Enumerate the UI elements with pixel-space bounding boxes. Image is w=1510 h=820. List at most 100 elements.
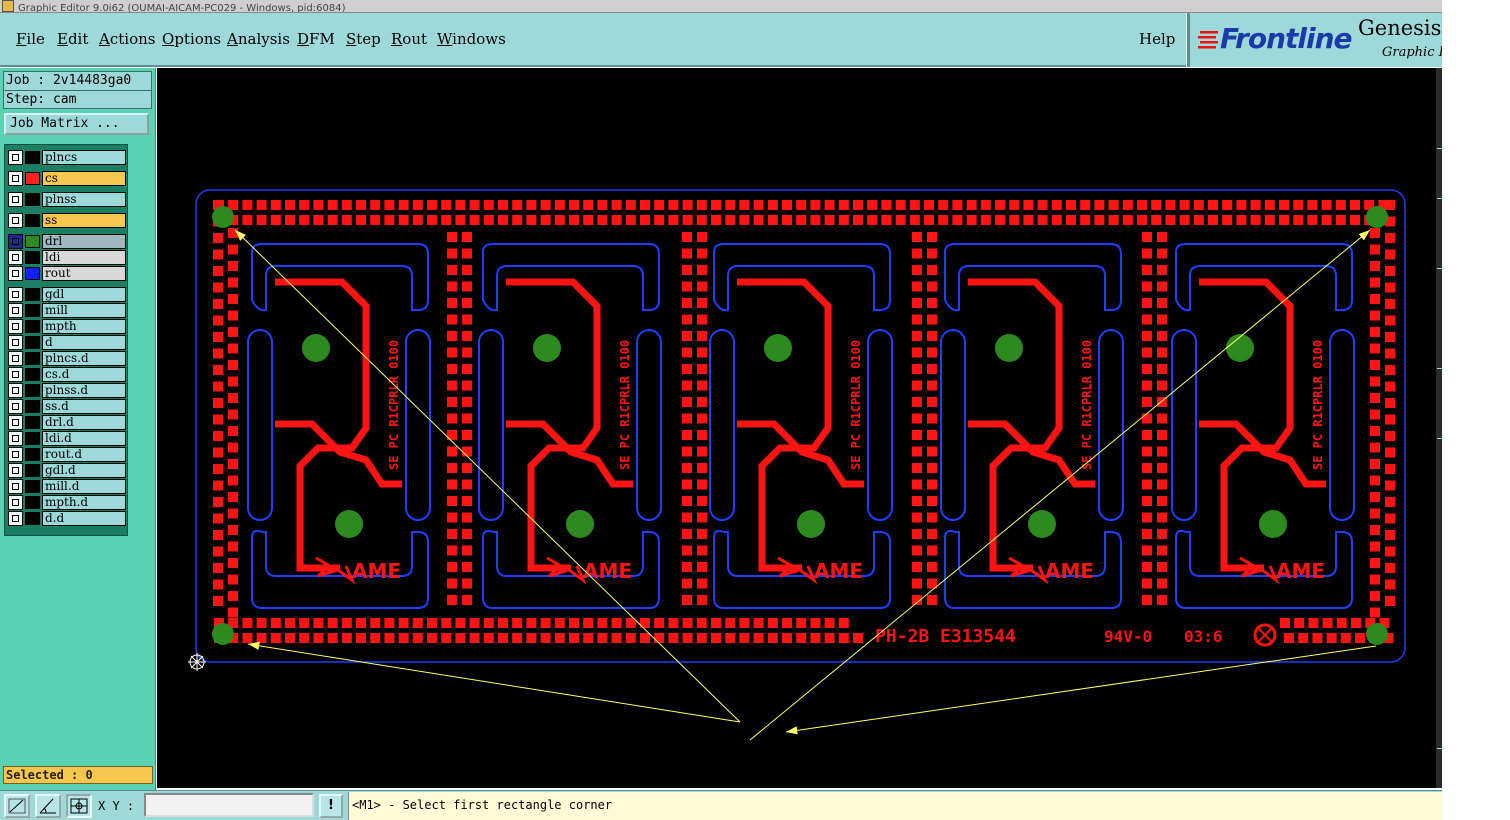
layer-color-swatch[interactable] (25, 235, 40, 248)
layer-color-swatch[interactable] (25, 416, 40, 429)
pcb-board[interactable]: SE PC R1CPRLR 0100 AME SE PC R1CPRLR 0100 A… (157, 68, 1436, 788)
layer-row-plncs-d[interactable]: plncs.d (8, 351, 127, 366)
menu-item-edit[interactable]: Edit (57, 30, 88, 48)
menu-item-actions[interactable]: Actions (99, 30, 155, 48)
layer-name[interactable]: plncs.d (42, 351, 126, 366)
layer-row-ldi[interactable]: ldi (8, 250, 127, 265)
layer-checkbox[interactable] (8, 495, 23, 510)
menu-help[interactable]: Help (1139, 30, 1175, 48)
layer-row-d[interactable]: d (8, 335, 127, 350)
menu-item-windows[interactable]: Windows (437, 30, 506, 48)
layer-row-mill-d[interactable]: mill.d (8, 479, 127, 494)
layer-color-swatch[interactable] (25, 480, 40, 493)
layer-color-swatch[interactable] (25, 464, 40, 477)
layer-row-d-d[interactable]: d.d (8, 511, 127, 526)
layer-name[interactable]: rout.d (42, 447, 126, 462)
layer-row-plncs[interactable]: plncs (8, 150, 127, 165)
alert-button[interactable]: ! (319, 794, 343, 818)
layer-row-cs-d[interactable]: cs.d (8, 367, 127, 382)
layer-name[interactable]: plnss.d (42, 383, 126, 398)
graphic-canvas[interactable]: SE PC R1CPRLR 0100 AME SE PC R1CPRLR 0100 A… (157, 68, 1436, 788)
layer-color-swatch[interactable] (25, 320, 40, 333)
layer-row-gdl-d[interactable]: gdl.d (8, 463, 127, 478)
layer-checkbox[interactable] (8, 150, 23, 165)
layer-row-mill[interactable]: mill (8, 303, 127, 318)
layer-color-swatch[interactable] (25, 384, 40, 397)
layer-row-cs[interactable]: cs (8, 171, 127, 186)
layer-checkbox[interactable] (8, 463, 23, 478)
menu-item-dfm[interactable]: DFM (297, 30, 335, 48)
xy-coordinate-input[interactable] (144, 793, 314, 817)
layer-checkbox[interactable] (8, 234, 23, 249)
layer-name[interactable]: drl.d (42, 415, 126, 430)
layer-checkbox[interactable] (8, 351, 23, 366)
layer-name[interactable]: plnss (42, 192, 126, 207)
layer-checkbox[interactable] (8, 447, 23, 462)
layer-color-swatch[interactable] (25, 336, 40, 349)
menu-item-file[interactable]: File (16, 30, 45, 48)
layer-color-swatch[interactable] (25, 512, 40, 525)
layer-color-swatch[interactable] (25, 251, 40, 264)
menu-item-options[interactable]: Options (162, 30, 221, 48)
layer-color-swatch[interactable] (25, 352, 40, 365)
layer-name[interactable]: plncs (42, 150, 126, 165)
layer-name[interactable]: d.d (42, 511, 126, 526)
layer-row-drl-d[interactable]: drl.d (8, 415, 127, 430)
layer-checkbox[interactable] (8, 335, 23, 350)
layer-checkbox[interactable] (8, 431, 23, 446)
layer-checkbox[interactable] (8, 266, 23, 281)
layer-name[interactable]: mill.d (42, 479, 126, 494)
layer-row-mpth[interactable]: mpth (8, 319, 127, 334)
layer-color-swatch[interactable] (25, 267, 40, 280)
layer-name[interactable]: cs.d (42, 367, 126, 382)
layer-color-swatch[interactable] (25, 304, 40, 317)
layer-checkbox[interactable] (8, 367, 23, 382)
layer-name[interactable]: d (42, 335, 126, 350)
layer-color-swatch[interactable] (25, 432, 40, 445)
layer-color-swatch[interactable] (25, 496, 40, 509)
layer-checkbox[interactable] (8, 303, 23, 318)
layer-checkbox[interactable] (8, 511, 23, 526)
layer-name[interactable]: mpth (42, 319, 126, 334)
side-scrollbar[interactable] (1436, 68, 1442, 788)
layer-name[interactable]: gdl (42, 287, 126, 302)
layer-color-swatch[interactable] (25, 193, 40, 206)
layer-name[interactable]: mill (42, 303, 126, 318)
menu-item-analysis[interactable]: Analysis (227, 30, 290, 48)
layer-checkbox[interactable] (8, 399, 23, 414)
layer-name[interactable]: ldi.d (42, 431, 126, 446)
zoom-window-button[interactable] (4, 794, 30, 818)
job-matrix-button[interactable]: Job Matrix ... (4, 113, 149, 135)
layer-row-mpth-d[interactable]: mpth.d (8, 495, 127, 510)
layer-color-swatch[interactable] (25, 214, 40, 227)
layer-checkbox[interactable] (8, 383, 23, 398)
layer-color-swatch[interactable] (25, 288, 40, 301)
app-icon[interactable] (2, 0, 14, 12)
layer-row-ss[interactable]: ss (8, 213, 127, 228)
layer-row-ss-d[interactable]: ss.d (8, 399, 127, 414)
layer-checkbox[interactable] (8, 192, 23, 207)
layer-row-plnss-d[interactable]: plnss.d (8, 383, 127, 398)
layer-row-gdl[interactable]: gdl (8, 287, 127, 302)
layer-color-swatch[interactable] (25, 448, 40, 461)
layer-name[interactable]: rout (42, 266, 126, 281)
layer-name[interactable]: ss.d (42, 399, 126, 414)
layer-name[interactable]: mpth.d (42, 495, 126, 510)
menu-item-step[interactable]: Step (346, 30, 381, 48)
layer-color-swatch[interactable] (25, 400, 40, 413)
layer-color-swatch[interactable] (25, 151, 40, 164)
layer-name[interactable]: gdl.d (42, 463, 126, 478)
layer-row-ldi-d[interactable]: ldi.d (8, 431, 127, 446)
measure-button[interactable] (35, 794, 61, 818)
layer-checkbox[interactable] (8, 287, 23, 302)
layer-color-swatch[interactable] (25, 172, 40, 185)
layer-row-rout[interactable]: rout (8, 266, 127, 281)
layer-row-rout-d[interactable]: rout.d (8, 447, 127, 462)
layer-checkbox[interactable] (8, 415, 23, 430)
layer-checkbox[interactable] (8, 319, 23, 334)
layer-checkbox[interactable] (8, 171, 23, 186)
layer-name[interactable]: ldi (42, 250, 126, 265)
layer-checkbox[interactable] (8, 213, 23, 228)
layer-row-plnss[interactable]: plnss (8, 192, 127, 207)
snap-grid-button[interactable] (66, 794, 92, 818)
